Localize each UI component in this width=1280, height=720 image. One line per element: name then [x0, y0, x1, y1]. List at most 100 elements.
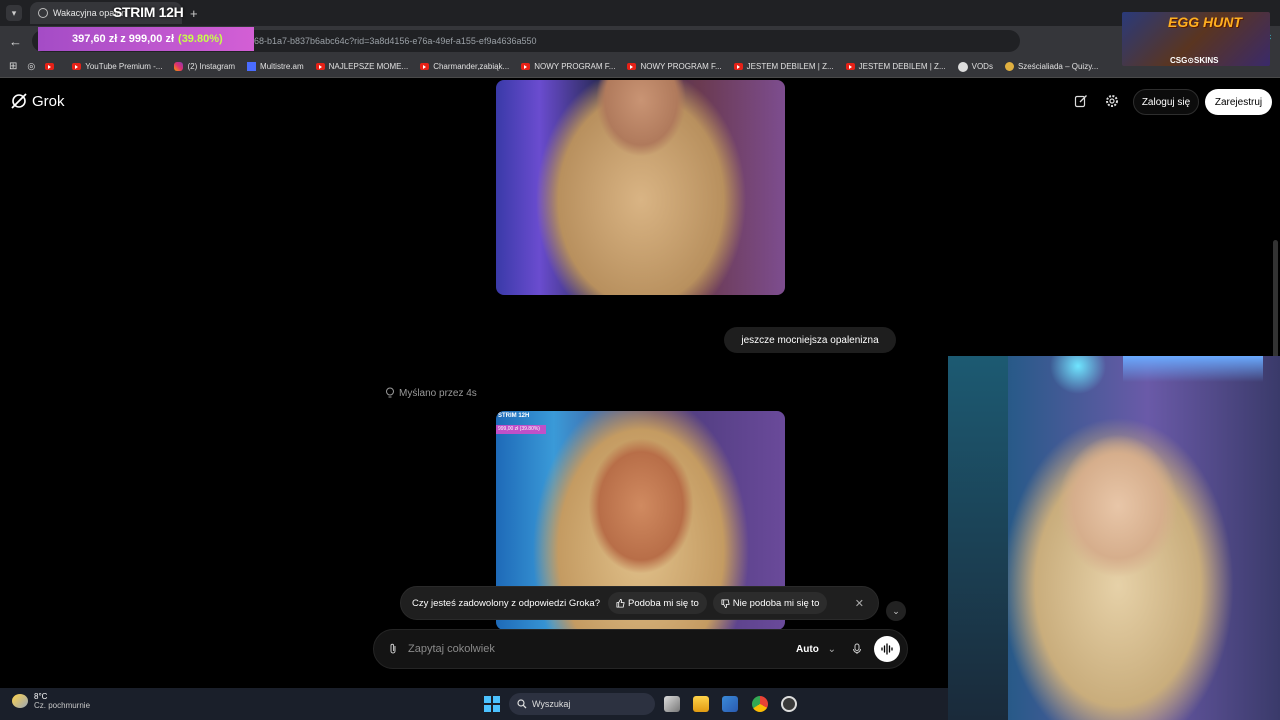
attach-paperclip-icon[interactable]: [388, 643, 398, 655]
youtube-icon: [521, 63, 531, 70]
youtube-icon: [627, 63, 637, 70]
generated-image-previous[interactable]: [496, 80, 785, 295]
bookmark-item[interactable]: Charmander,zabiąk...: [420, 62, 509, 72]
url-text: 68-b1a7-b837b6abc64c?rid=3a8d4156-e76a-4…: [254, 36, 537, 46]
microphone-icon[interactable]: [852, 643, 862, 655]
register-button[interactable]: Zarejestruj: [1205, 89, 1272, 115]
promo-title: EGG HUNT: [1168, 14, 1242, 30]
windows-taskbar: 8°C Cz. pochmurnie Wyszukaj: [0, 688, 948, 720]
obs-icon[interactable]: [781, 696, 797, 712]
dislike-button[interactable]: Nie podoba mi się to: [712, 592, 828, 614]
weather-temperature: 8°C: [34, 692, 48, 701]
browser-tab-strip: ▾ Wakacyjna opalen +: [0, 0, 1280, 26]
promo-banner: EGG HUNT CSG⊙SKINS: [1122, 12, 1270, 66]
quiz-icon: [1004, 62, 1014, 71]
bookmark-item[interactable]: Multistre.am: [247, 62, 304, 72]
chrome-taskbar-icon[interactable]: [752, 696, 768, 712]
chrome-icon[interactable]: ◎: [27, 61, 35, 72]
search-icon: [517, 699, 527, 709]
bookmark-item[interactable]: NOWY PROGRAM F...: [627, 62, 722, 72]
like-label: Podoba mi się to: [627, 597, 699, 609]
dislike-label: Nie podoba mi się to: [732, 597, 820, 609]
bookmark-item[interactable]: NOWY PROGRAM F...: [521, 62, 615, 72]
tab-search-button[interactable]: ▾: [6, 5, 22, 21]
screen: ▾ Wakacyjna opalen + ← 68-b1a7-b837b6abc…: [0, 0, 1280, 720]
image-overlay-goal: 999,00 zł (39.80%): [496, 425, 546, 434]
bookmark-label: VODs: [971, 62, 993, 71]
bookmark-list: YouTube Premium -... (2) Instagram Multist…: [72, 61, 1110, 72]
settings-gear-icon[interactable]: [1105, 94, 1119, 108]
apps-grid-icon[interactable]: ⊞: [9, 61, 17, 72]
weather-widget[interactable]: 8°C Cz. pochmurnie: [12, 692, 90, 710]
model-mode-select[interactable]: Auto ⌄: [796, 644, 836, 655]
taskbar-search-label: Wyszukaj: [532, 699, 571, 709]
thinking-label: Myślano przez 4s: [399, 387, 477, 399]
bookmark-item[interactable]: JESTEM DEBILEM | Z...: [845, 62, 946, 72]
goal-current: 397,60 zł: [72, 33, 118, 45]
bookmark-item[interactable]: YouTube Premium -...: [72, 62, 162, 72]
back-arrow-icon[interactable]: ←: [9, 34, 23, 49]
instagram-icon: [174, 62, 184, 71]
grok-logo[interactable]: Grok: [10, 92, 65, 110]
page-scrollbar[interactable]: [1273, 240, 1278, 360]
task-view-icon[interactable]: [664, 696, 680, 712]
bookmark-label: JESTEM DEBILEM | Z...: [746, 62, 834, 71]
youtube-icon: [72, 63, 82, 70]
grok-favicon-icon: [38, 8, 48, 18]
youtube-icon: [45, 63, 55, 70]
youtube-icon: [845, 63, 855, 70]
user-message-bubble: jeszcze mocniejsza opalenizna: [724, 327, 896, 353]
bookmarks-bar: ⊞ ◎ YouTube Premium -... (2) Instagram Mul…: [0, 56, 1280, 78]
bookmark-label: JESTEM DEBILEM | Z...: [858, 62, 946, 71]
donation-goal-bar: 397,60 zł z 999,00 zł (39.80%): [38, 27, 254, 51]
login-button[interactable]: Zaloguj się: [1133, 89, 1199, 115]
thumbs-down-icon: [721, 598, 730, 608]
grok-logo-text: Grok: [32, 92, 65, 110]
bookmark-label: YouTube Premium -...: [85, 62, 163, 71]
multistream-icon: [247, 62, 257, 71]
message-composer: Zapytaj cokolwiek Auto ⌄: [373, 629, 908, 669]
bookmark-youtube[interactable]: [45, 63, 58, 70]
goal-percent: (39.80%): [178, 33, 223, 45]
feedback-prompt: Czy jesteś zadowolony z odpowiedzi Groka…: [400, 586, 879, 620]
close-icon[interactable]: ✕: [855, 597, 864, 610]
like-button[interactable]: Podoba mi się to: [607, 592, 707, 614]
youtube-icon: [733, 63, 743, 70]
thumbs-up-icon: [616, 598, 625, 608]
chevron-down-icon[interactable]: ⌄: [886, 601, 906, 621]
new-tab-icon[interactable]: +: [190, 6, 198, 21]
image-overlay-title: STRIM 12H: [498, 413, 530, 419]
webcam-background-shelf: [948, 356, 1008, 720]
microsoft-store-icon[interactable]: [722, 696, 738, 712]
lightbulb-icon: [386, 387, 394, 398]
partly-cloudy-icon: [12, 694, 28, 708]
chevron-down-icon: ⌄: [827, 643, 836, 655]
stream-title-overlay: STRIM 12H: [113, 4, 184, 20]
bookmark-label: (2) Instagram: [187, 62, 236, 71]
grok-logo-icon: [11, 93, 27, 109]
goal-target: 999,00 zł: [128, 33, 175, 45]
feedback-question: Czy jesteś zadowolony z odpowiedzi Groka…: [412, 597, 600, 609]
waveform-icon: [881, 643, 893, 655]
youtube-icon: [420, 63, 430, 70]
windows-start-icon[interactable]: [484, 696, 500, 712]
file-explorer-icon[interactable]: [693, 696, 709, 712]
bookmark-item[interactable]: Sześcialiada – Quizy...: [1004, 62, 1099, 72]
bookmark-item[interactable]: JESTEM DEBILEM | Z...: [733, 62, 834, 72]
webcam-background-light: [1123, 356, 1263, 382]
taskbar-search[interactable]: Wyszukaj: [509, 693, 655, 715]
youtube-icon: [315, 63, 325, 70]
bookmark-label: NOWY PROGRAM F...: [534, 62, 616, 71]
bookmark-item[interactable]: (2) Instagram: [174, 62, 235, 72]
chat-input[interactable]: Zapytaj cokolwiek: [408, 643, 796, 655]
bookmark-item[interactable]: VODs: [957, 61, 993, 72]
globe-icon: [957, 61, 968, 72]
bookmark-item[interactable]: NAJLEPSZE MOME...: [315, 62, 408, 72]
bookmark-label: Sześcialiada – Quizy...: [1017, 62, 1099, 71]
thinking-indicator[interactable]: Myślano przez 4s: [385, 387, 477, 399]
bookmark-label: Charmander,zabiąk...: [433, 62, 510, 71]
bookmark-label: Multistre.am: [260, 62, 304, 71]
new-chat-edit-icon[interactable]: [1074, 94, 1088, 108]
streamer-webcam-overlay: [948, 356, 1280, 720]
voice-mode-button[interactable]: [874, 636, 900, 662]
